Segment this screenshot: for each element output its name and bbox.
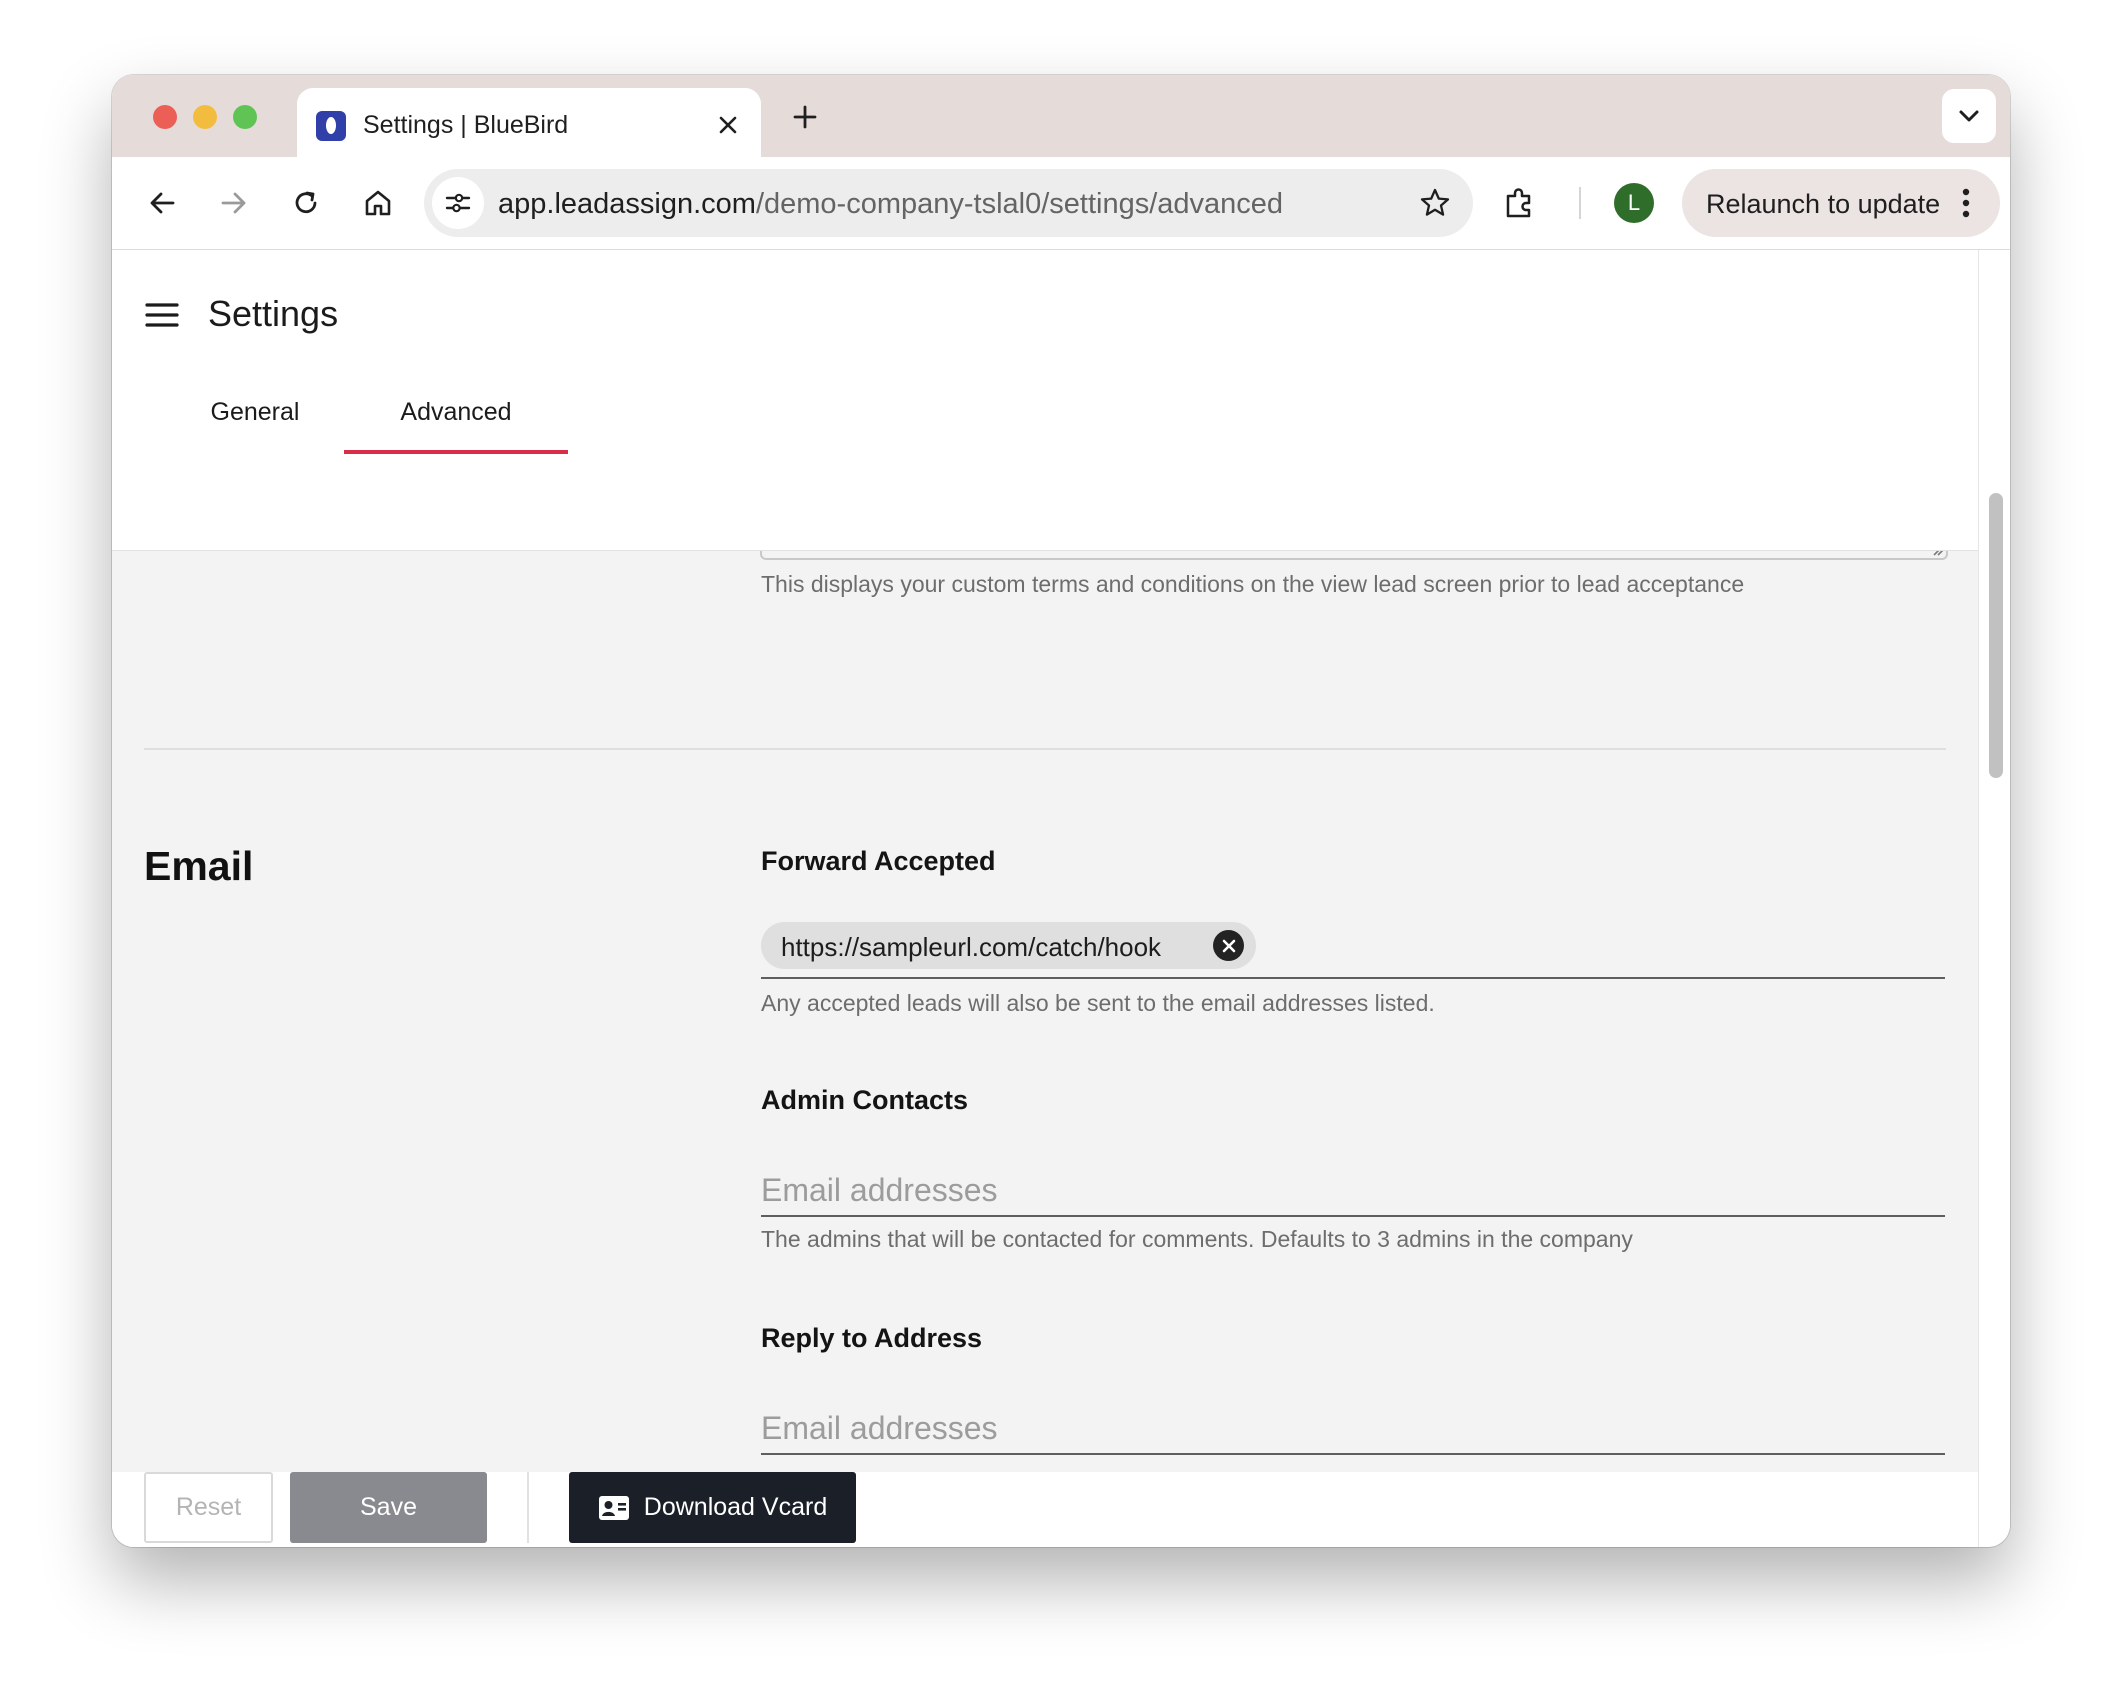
page-title: Settings <box>208 293 339 334</box>
browser-toolbar: app.leadassign.com/demo-company-tslal0/s… <box>112 157 2010 250</box>
settings-footer: Reset Save Download Vcard <box>112 1472 1978 1547</box>
chip-remove-close-icon[interactable] <box>1213 930 1244 961</box>
bluebird-favicon-icon <box>316 111 346 141</box>
tab-strip: Settings | BlueBird <box>112 75 2010 157</box>
reply-to-underline <box>761 1453 1945 1455</box>
minimize-window-button[interactable] <box>193 105 217 129</box>
page-content: Settings General Advanced This displays … <box>112 250 1978 1547</box>
tab-close-icon[interactable] <box>713 110 743 140</box>
relaunch-label: Relaunch to update <box>1706 189 1941 219</box>
reply-to-input[interactable] <box>761 1406 1945 1450</box>
terms-helper-text: This displays your custom terms and cond… <box>761 571 1745 597</box>
download-vcard-button[interactable]: Download Vcard <box>569 1472 856 1543</box>
profile-avatar[interactable]: L <box>1614 183 1654 223</box>
forward-accepted-helper: Any accepted leads will also be sent to … <box>761 990 1435 1016</box>
email-section-title: Email <box>144 843 254 889</box>
toolbar-separator <box>1579 187 1581 219</box>
contact-card-icon <box>598 1495 630 1521</box>
close-window-button[interactable] <box>153 105 177 129</box>
forward-accepted-underline <box>761 977 1945 979</box>
browser-tab[interactable]: Settings | BlueBird <box>297 88 761 157</box>
page-scrollbar[interactable] <box>1978 250 2010 1547</box>
forward-arrow-icon[interactable] <box>212 181 256 225</box>
url-path: /demo-company-tslal0/settings/advanced <box>755 188 1284 220</box>
forward-accepted-label: Forward Accepted <box>761 846 996 876</box>
tab-advanced[interactable]: Advanced <box>344 388 568 454</box>
reset-button[interactable]: Reset <box>144 1472 273 1543</box>
save-button[interactable]: Save <box>290 1472 487 1543</box>
admin-contacts-input[interactable] <box>761 1168 1945 1212</box>
admin-contacts-label: Admin Contacts <box>761 1085 969 1115</box>
hamburger-menu-icon[interactable] <box>142 295 182 335</box>
app-header: Settings General Advanced <box>112 250 1978 551</box>
new-tab-plus-icon[interactable] <box>785 97 825 137</box>
forward-url-chip: https://sampleurl.com/catch/hook <box>761 922 1256 969</box>
chip-label: https://sampleurl.com/catch/hook <box>781 932 1162 962</box>
extensions-puzzle-icon[interactable] <box>1497 181 1541 225</box>
more-menu-icon[interactable] <box>1946 183 1986 223</box>
maximize-window-button[interactable] <box>233 105 257 129</box>
tab-title: Settings | BlueBird <box>363 111 569 139</box>
admin-contacts-helper: The admins that will be contacted for co… <box>761 1226 1633 1252</box>
browser-window: Settings | BlueBird app.leadassign.com/d… <box>112 75 2010 1547</box>
settings-scroll-area[interactable]: This displays your custom terms and cond… <box>112 550 1978 1472</box>
url-text: app.leadassign.com/demo-company-tslal0/s… <box>498 188 1283 221</box>
section-divider <box>144 748 1946 750</box>
site-info-tune-icon[interactable] <box>432 177 484 229</box>
download-vcard-label: Download Vcard <box>643 1493 828 1521</box>
relaunch-to-update-button[interactable]: Relaunch to update <box>1682 169 2000 237</box>
url-host: app.leadassign.com <box>498 188 756 220</box>
address-bar[interactable]: app.leadassign.com/demo-company-tslal0/s… <box>424 169 1473 237</box>
terms-textarea[interactable] <box>760 550 1948 560</box>
reload-icon[interactable] <box>284 181 328 225</box>
tab-search-chevron-down-icon[interactable] <box>1942 89 1996 143</box>
back-arrow-icon[interactable] <box>140 181 184 225</box>
home-icon[interactable] <box>356 181 400 225</box>
reply-to-label: Reply to Address <box>761 1323 983 1353</box>
scrollbar-thumb[interactable] <box>1989 493 2003 778</box>
tab-general[interactable]: General <box>175 388 335 450</box>
bookmark-star-icon[interactable] <box>1415 183 1455 223</box>
footer-separator <box>527 1472 529 1543</box>
admin-contacts-underline <box>761 1215 1945 1217</box>
